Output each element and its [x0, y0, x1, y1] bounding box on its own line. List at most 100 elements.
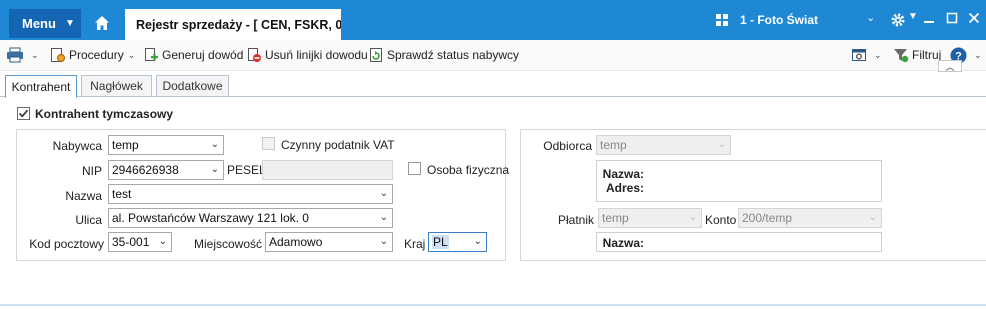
document-tab-title: Rejestr sprzedaży - [ CEN, FSKR, 0 ]: [136, 17, 341, 32]
country-value: PL: [432, 235, 449, 249]
tab-dodatkowe[interactable]: Dodatkowe: [156, 75, 229, 97]
remove-lines-label: Usuń linijki dowodu: [265, 48, 368, 62]
minimize-icon[interactable]: [921, 10, 937, 26]
filter-icon: [894, 49, 909, 63]
tab-label: Nagłówek: [90, 79, 143, 93]
chevron-down-icon: ⌄: [868, 212, 877, 223]
temp-contractor-label: Kontrahent tymczasowy: [35, 107, 174, 121]
payer-name-label: Nazwa:: [602, 236, 644, 250]
street-select[interactable]: al. Powstańców Warszawy 121 lok. 0 ⌄: [108, 208, 393, 228]
settings-chevron-down-icon[interactable]: ▼: [908, 11, 918, 22]
vat-active-label: Czynny podatnik VAT: [281, 138, 395, 152]
chevron-down-icon: ⌄: [158, 236, 167, 247]
payer-label: Płatnik: [557, 213, 594, 227]
filter-label: Filtruj: [912, 48, 942, 62]
chevron-down-icon: ⌄: [379, 212, 388, 223]
city-value: Adamowo: [269, 235, 323, 249]
account-select[interactable]: 200/temp ⌄: [738, 208, 882, 228]
temp-contractor-checkbox[interactable]: [17, 107, 30, 120]
street-label: Ulica: [75, 213, 102, 227]
tab-label: Dodatkowe: [162, 79, 223, 93]
maximize-icon[interactable]: [944, 10, 960, 26]
close-icon[interactable]: [966, 10, 982, 26]
nip-select[interactable]: 2946626938 ⌄: [108, 160, 224, 180]
recipient-select[interactable]: temp ⌄: [596, 135, 731, 155]
filter-button[interactable]: Filtruj: [893, 46, 941, 64]
chevron-down-icon: ⌄: [688, 212, 697, 223]
chevron-down-icon: ⌄: [379, 236, 388, 247]
postal-code-select[interactable]: 35-001 ⌄: [108, 232, 172, 252]
chevron-down-icon: ⌄: [473, 236, 482, 247]
tab-label: Kontrahent: [11, 79, 71, 94]
grid-icon: [716, 14, 728, 26]
refresh-document-icon: [370, 48, 382, 62]
postal-code-value: 35-001: [112, 235, 150, 249]
recipient-name-label: Nazwa:: [602, 167, 644, 181]
street-value: al. Powstańców Warszawy 121 lok. 0: [112, 211, 309, 225]
procedures-icon: [51, 48, 65, 62]
name-select[interactable]: test ⌄: [108, 184, 393, 204]
nip-value: 2946626938: [112, 163, 179, 177]
window-settings-icon: [852, 49, 866, 61]
procedures-chevron-down-icon: ⌄: [127, 49, 136, 60]
tab-naglowek[interactable]: Nagłówek: [81, 75, 152, 97]
toolbar: ⌄ Procedury ⌄ Generuj dowód Usuń linijki…: [0, 40, 986, 71]
pesel-label: PESEL: [227, 163, 266, 177]
chevron-down-icon: ⌄: [210, 164, 219, 175]
buyer-label: Nabywca: [52, 139, 102, 153]
collapse-ribbon-button[interactable]: ︿: [938, 60, 962, 72]
country-label: Kraj: [404, 237, 426, 251]
chevron-down-icon: ⌄: [210, 139, 219, 150]
checkmark-icon: [18, 109, 29, 118]
home-icon[interactable]: [94, 15, 110, 31]
payer-value: temp: [602, 211, 629, 225]
print-chevron-down-icon: ⌄: [31, 49, 39, 60]
procedures-label: Procedury: [69, 48, 124, 62]
document-tab[interactable]: Rejestr sprzedaży - [ CEN, FSKR, 0 ]: [125, 9, 341, 40]
menu-button[interactable]: Menu ▼: [9, 9, 81, 38]
chevron-down-icon: ▼: [64, 18, 75, 29]
city-select[interactable]: Adamowo ⌄: [265, 232, 393, 252]
account-value: 200/temp: [742, 211, 793, 225]
natural-person-label: Osoba fizyczna: [427, 163, 510, 177]
recipient-address-label: Adres:: [605, 181, 644, 195]
company-name[interactable]: 1 - Foto Świat: [740, 13, 818, 27]
name-label: Nazwa: [65, 189, 102, 203]
add-document-icon: [145, 48, 158, 61]
company-chevron-down-icon[interactable]: ⌄: [866, 11, 875, 24]
recipient-value: temp: [600, 138, 627, 152]
procedures-button[interactable]: Procedury ⌄: [50, 46, 135, 64]
generate-document-label: Generuj dowód: [162, 48, 244, 62]
natural-person-checkbox[interactable]: [408, 162, 421, 175]
settings-gear-icon[interactable]: [890, 12, 906, 28]
view-settings-chevron-down-icon: ⌄: [874, 49, 882, 60]
check-status-label: Sprawdź status nabywcy: [387, 48, 520, 62]
name-value: test: [112, 187, 132, 201]
help-chevron-down-icon: ⌄: [974, 49, 982, 60]
account-label: Konto: [705, 213, 737, 227]
nip-label: NIP: [81, 164, 102, 178]
remove-document-icon: [248, 48, 261, 62]
buyer-value: temp: [112, 138, 139, 152]
tab-kontrahent[interactable]: Kontrahent: [5, 75, 77, 98]
generate-document-button[interactable]: Generuj dowód: [143, 46, 243, 64]
title-bar: Menu ▼ Rejestr sprzedaży - [ CEN, FSKR, …: [0, 0, 986, 40]
remove-lines-button[interactable]: Usuń linijki dowodu: [246, 46, 368, 64]
printer-icon: [7, 47, 23, 63]
country-select[interactable]: PL ⌄: [428, 232, 487, 252]
chevron-down-icon: ⌄: [379, 188, 388, 199]
recipient-label: Odbiorca: [543, 139, 592, 153]
view-settings-button[interactable]: ⌄: [851, 46, 882, 64]
city-label: Miejscowość: [194, 237, 263, 251]
payer-select[interactable]: temp ⌄: [598, 208, 702, 228]
chevron-up-icon: ︿: [945, 61, 955, 72]
buyer-select[interactable]: temp ⌄: [108, 135, 224, 155]
check-status-button[interactable]: Sprawdź status nabywcy: [368, 46, 519, 64]
postal-code-label: Kod pocztowy: [29, 237, 104, 251]
pesel-input[interactable]: [262, 160, 393, 180]
menu-label: Menu: [22, 16, 56, 31]
print-button[interactable]: ⌄: [6, 46, 39, 64]
chevron-down-icon: ⌄: [717, 139, 726, 150]
vat-active-checkbox[interactable]: [262, 137, 275, 150]
bottom-border: [0, 304, 986, 306]
